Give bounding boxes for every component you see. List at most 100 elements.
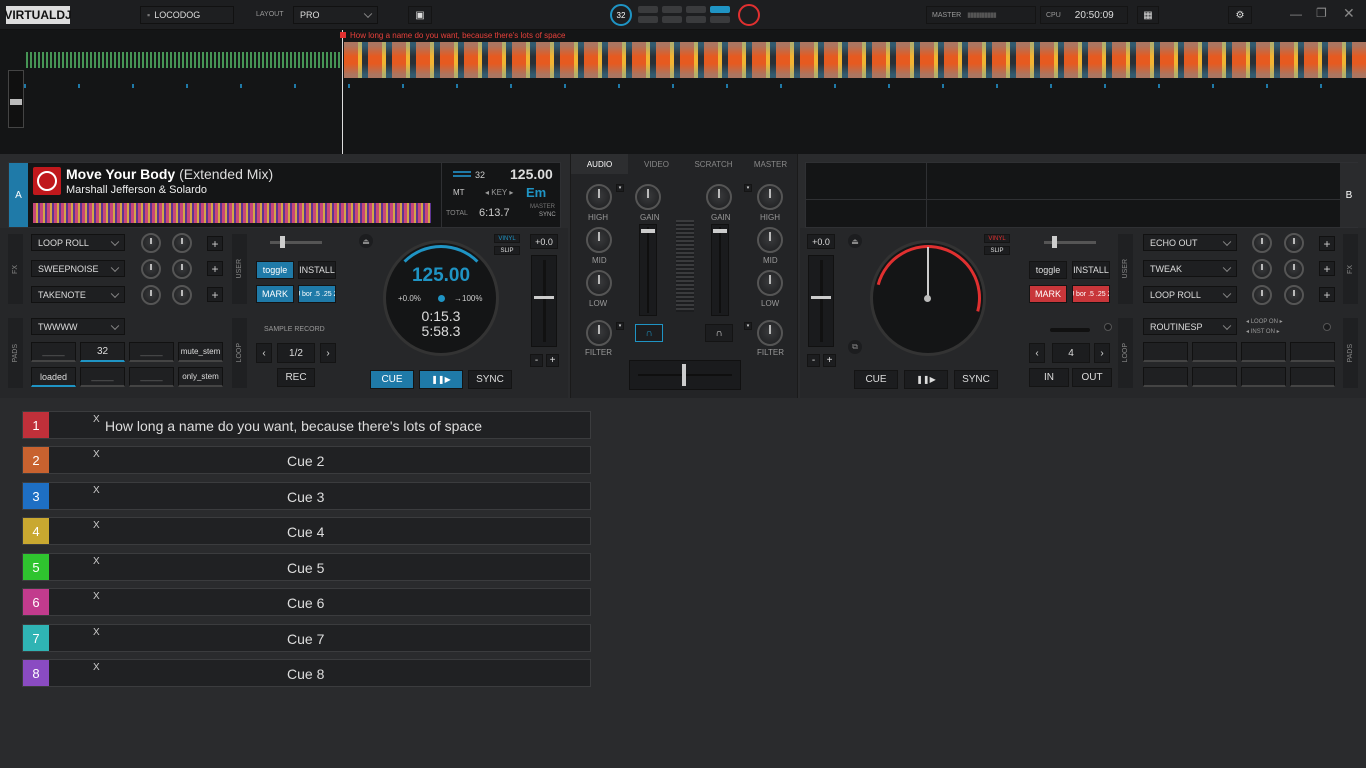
fx-knob[interactable] bbox=[1252, 259, 1272, 279]
minimize-icon[interactable]: — bbox=[1290, 7, 1302, 21]
mixer-tab-video[interactable]: VIDEO bbox=[628, 154, 685, 174]
cue-row[interactable]: 8 X Cue 8 bbox=[22, 659, 591, 687]
cue-number[interactable]: 8 bbox=[23, 660, 49, 686]
sampler-pad[interactable] bbox=[1290, 342, 1335, 362]
cue-delete-icon[interactable]: X bbox=[93, 485, 100, 496]
gear-icon[interactable]: ⚙ bbox=[1228, 6, 1252, 24]
sampler-pad[interactable] bbox=[1290, 367, 1335, 387]
fx-add-button[interactable]: + bbox=[207, 261, 223, 276]
loop-beats-button[interactable]: J bor .5 .25 2 bbox=[298, 285, 336, 303]
pitch-plus-button[interactable]: + bbox=[823, 354, 836, 367]
sampler-pad[interactable]: ____ bbox=[129, 342, 174, 362]
slip-button[interactable]: SLIP bbox=[984, 246, 1010, 255]
eject-icon[interactable]: ⏏ bbox=[848, 234, 862, 248]
cue-row[interactable]: 2 X Cue 2 bbox=[22, 446, 591, 474]
sampler-pad[interactable] bbox=[1241, 367, 1286, 387]
fader-handle[interactable] bbox=[641, 229, 655, 233]
eq-low-left-knob[interactable] bbox=[586, 270, 612, 296]
pitch-fader-track[interactable] bbox=[531, 255, 557, 347]
cue-row[interactable]: 3 X Cue 3 bbox=[22, 482, 591, 510]
sampler-pad[interactable]: ____ bbox=[80, 367, 125, 387]
fx-knob[interactable] bbox=[1284, 233, 1304, 253]
eq-mid-right-knob[interactable] bbox=[757, 227, 783, 253]
cue-delete-icon[interactable]: X bbox=[93, 627, 100, 638]
fx-knob[interactable] bbox=[141, 233, 161, 253]
sampler-pad[interactable]: 32 bbox=[80, 342, 125, 362]
cue-delete-icon[interactable]: X bbox=[93, 449, 100, 460]
headphone-left-icon[interactable]: ∩ bbox=[635, 324, 663, 342]
cue-delete-icon[interactable]: X bbox=[93, 520, 100, 531]
fx-slot-2[interactable]: SWEEPNOISE bbox=[31, 260, 125, 277]
install-button[interactable]: INSTALL bbox=[298, 261, 336, 279]
cue-button[interactable]: CUE bbox=[854, 370, 898, 389]
platter[interactable]: 125.00 +0.0% →100% 0:15.3 5:58.3 bbox=[383, 240, 499, 356]
sampler-pad[interactable]: only_stem bbox=[178, 367, 223, 387]
waveform-area[interactable]: How long a name do you want, because the… bbox=[0, 30, 1366, 154]
pads-side-tab[interactable]: PADS bbox=[1343, 318, 1358, 388]
volume-fader-right[interactable] bbox=[711, 224, 729, 316]
sampler-pad[interactable] bbox=[1143, 367, 1188, 387]
fx-knob[interactable] bbox=[172, 233, 192, 253]
eq-dropdown-left[interactable]: ▾ bbox=[616, 184, 624, 192]
fx-knob[interactable] bbox=[1252, 233, 1272, 253]
user-side-tab[interactable]: USER bbox=[232, 234, 247, 304]
sampler-pad[interactable]: ____ bbox=[31, 342, 76, 362]
loop-halve-button[interactable]: ‹ bbox=[256, 343, 272, 363]
calendar-icon[interactable]: ▦ bbox=[1137, 6, 1159, 24]
play-pause-button[interactable]: ❚❚▶ bbox=[419, 370, 463, 389]
user-account[interactable]: ▪ LOCODOG bbox=[140, 6, 234, 24]
key-value[interactable]: Em bbox=[526, 185, 546, 200]
pitch-fader-track[interactable] bbox=[808, 255, 834, 347]
cue-delete-icon[interactable]: X bbox=[93, 556, 100, 567]
loop-side-tab[interactable]: LOOP bbox=[1118, 318, 1133, 388]
install-button[interactable]: INSTALL bbox=[1072, 261, 1110, 279]
loop-icon[interactable]: ⧉ bbox=[848, 340, 862, 354]
sampler-pad[interactable] bbox=[1143, 342, 1188, 362]
fx-add-button[interactable]: + bbox=[1319, 261, 1335, 276]
filter-dropdown-left[interactable]: ▾ bbox=[616, 322, 624, 330]
cue-row[interactable]: 1 X How long a name do you want, because… bbox=[22, 411, 591, 439]
filter-right-knob[interactable] bbox=[757, 320, 783, 346]
cue-delete-icon[interactable]: X bbox=[93, 591, 100, 602]
mark-button[interactable]: MARK bbox=[1029, 285, 1067, 303]
record-button[interactable] bbox=[738, 4, 760, 26]
cue-name[interactable]: Cue 7 bbox=[287, 631, 324, 647]
fx-slot-1[interactable]: LOOP ROLL bbox=[31, 234, 125, 251]
cue-name[interactable]: Cue 6 bbox=[287, 595, 324, 611]
mixer-tab-master[interactable]: MASTER bbox=[742, 154, 799, 174]
sampler-pad[interactable]: loaded bbox=[31, 367, 76, 387]
user-slider[interactable] bbox=[1044, 236, 1096, 248]
cue-name[interactable]: How long a name do you want, because the… bbox=[105, 418, 482, 434]
pitch-minus-button[interactable]: - bbox=[807, 354, 820, 367]
cue-name[interactable]: Cue 5 bbox=[287, 560, 324, 576]
eq-dropdown-right[interactable]: ▾ bbox=[744, 184, 752, 192]
sampler-pad[interactable] bbox=[1192, 367, 1237, 387]
cue-name[interactable]: Cue 4 bbox=[287, 524, 324, 540]
cue-number[interactable]: 4 bbox=[23, 518, 49, 544]
maximize-icon[interactable]: ❐ bbox=[1316, 6, 1327, 20]
mixer-tab-scratch[interactable]: SCRATCH bbox=[685, 154, 742, 174]
cue-number[interactable]: 5 bbox=[23, 554, 49, 580]
sync-button[interactable]: SYNC bbox=[954, 370, 998, 389]
fx-knob[interactable] bbox=[172, 259, 192, 279]
sampler-pad[interactable]: ____ bbox=[129, 367, 174, 387]
fx-knob[interactable] bbox=[1252, 285, 1272, 305]
eq-low-right-knob[interactable] bbox=[757, 270, 783, 296]
loop-out-button[interactable]: OUT bbox=[1072, 368, 1112, 387]
mini-waveform[interactable] bbox=[33, 203, 431, 223]
loop-in-button[interactable]: IN bbox=[1029, 368, 1069, 387]
sampler-pad[interactable] bbox=[1192, 342, 1237, 362]
cue-number[interactable]: 2 bbox=[23, 447, 49, 473]
fx-slot-2[interactable]: TWEAK bbox=[1143, 260, 1237, 277]
toggle-button[interactable]: toggle bbox=[1029, 261, 1067, 279]
fx-slot-3[interactable]: LOOP ROLL bbox=[1143, 286, 1237, 303]
fx-slot-3[interactable]: TAKENOTE bbox=[31, 286, 125, 303]
cue-delete-icon[interactable]: X bbox=[93, 414, 100, 425]
play-pause-button[interactable]: ❚❚▶ bbox=[904, 370, 948, 389]
user-side-tab[interactable]: USER bbox=[1118, 234, 1133, 304]
fx-knob[interactable] bbox=[1284, 285, 1304, 305]
loop-double-button[interactable]: › bbox=[1094, 343, 1110, 363]
fx-knob[interactable] bbox=[172, 285, 192, 305]
eq-mid-left-knob[interactable] bbox=[586, 227, 612, 253]
cue-button[interactable]: CUE bbox=[370, 370, 414, 389]
